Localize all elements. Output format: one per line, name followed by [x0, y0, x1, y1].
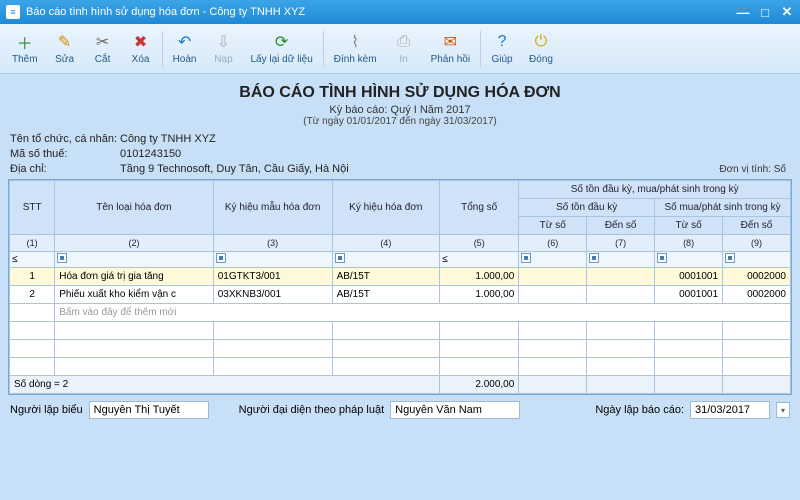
preparer-label: Người lập biểu [10, 404, 83, 416]
col-ps-tu[interactable]: Từ số [655, 217, 723, 235]
filter-icon [589, 253, 599, 263]
print-button[interactable]: ⎙In [385, 26, 423, 72]
refresh-button[interactable]: ⟳Lấy lại dữ liệu [242, 26, 320, 72]
col-tenloai[interactable]: Tên loại hóa đơn [55, 181, 213, 235]
close-tab-button[interactable]: ⏻Đóng [521, 26, 561, 72]
load-button[interactable]: ⇩Nạp [204, 26, 242, 72]
col-group-ps: Số mua/phát sinh trong kỳ [655, 199, 791, 217]
addr-label: Địa chỉ: [10, 163, 120, 175]
data-grid[interactable]: STT Tên loại hóa đơn Ký hiệu mẫu hóa đơn… [8, 179, 792, 395]
filter-cell[interactable] [332, 252, 440, 268]
filter-icon [725, 253, 735, 263]
footer-bar: Người lập biểu Người đại diện theo pháp … [8, 395, 792, 419]
content-area: BÁO CÁO TÌNH HÌNH SỬ DỤNG HÓA ĐƠN Kỳ báo… [0, 74, 800, 500]
table-row[interactable]: 2 Phiếu xuất kho kiểm vận c 03XKNB3/001 … [10, 286, 791, 304]
help-icon: ? [492, 32, 512, 52]
plus-icon: ＋ [15, 32, 35, 52]
addr-value: Tầng 9 Technosoft, Duy Tân, Cầu Giấy, Hà… [120, 163, 790, 175]
add-row-hint[interactable]: Bấm vào đây để thêm mới [10, 304, 791, 322]
help-button[interactable]: ?Giúp [483, 26, 521, 72]
empty-row [10, 340, 791, 358]
empty-row [10, 322, 791, 340]
preparer-input[interactable] [89, 401, 209, 419]
org-value: Công ty TNHH XYZ [120, 133, 790, 145]
filter-icon [657, 253, 667, 263]
empty-row [10, 358, 791, 376]
filter-cell[interactable]: ≤ [440, 252, 519, 268]
legal-rep-input[interactable] [390, 401, 520, 419]
add-button[interactable]: ＋Thêm [4, 26, 46, 72]
filter-cell[interactable] [655, 252, 723, 268]
paperclip-icon: ⌇ [345, 32, 365, 52]
col-ps-den[interactable]: Đến số [723, 217, 791, 235]
col-stt[interactable]: STT [10, 181, 55, 235]
report-period: Kỳ báo cáo: Quý I Năm 2017 [8, 104, 792, 116]
tax-label: Mã số thuế: [10, 148, 120, 160]
tax-value: 0101243150 [120, 148, 790, 160]
delete-button[interactable]: ✖Xóa [122, 26, 160, 72]
feedback-button[interactable]: ✉Phản hồi [423, 26, 478, 72]
refresh-icon: ⟳ [272, 32, 292, 52]
app-icon: ≡ [6, 5, 20, 19]
undo-icon: ↶ [175, 32, 195, 52]
filter-icon [216, 253, 226, 263]
filter-icon [521, 253, 531, 263]
window-title: Báo cáo tình hình sử dụng hóa đơn - Công… [26, 6, 736, 18]
toolbar: ＋Thêm ✎Sửa ✂Cắt ✖Xóa ↶Hoàn ⇩Nạp ⟳Lấy lại… [0, 24, 800, 74]
col-dk-den[interactable]: Đến số [587, 217, 655, 235]
title-bar: ≡ Báo cáo tình hình sử dụng hóa đơn - Cô… [0, 0, 800, 24]
close-button[interactable]: ✕ [780, 5, 794, 19]
pencil-icon: ✎ [55, 32, 75, 52]
maximize-button[interactable]: □ [758, 5, 772, 19]
report-range: (Từ ngày 01/01/2017 đến ngày 31/03/2017) [8, 116, 792, 127]
report-date-input[interactable] [690, 401, 770, 419]
filter-cell[interactable] [213, 252, 332, 268]
col-kymau[interactable]: Ký hiệu mẫu hóa đơn [213, 181, 332, 235]
x-icon: ✖ [131, 32, 151, 52]
minimize-button[interactable]: — [736, 5, 750, 19]
filter-cell[interactable] [723, 252, 791, 268]
filter-cell[interactable] [587, 252, 655, 268]
report-meta: Tên tổ chức, cá nhân:Công ty TNHH XYZ Mã… [8, 133, 792, 175]
summary-row: Số dòng = 2 2.000,00 [10, 376, 791, 394]
load-icon: ⇩ [213, 32, 233, 52]
edit-button[interactable]: ✎Sửa [46, 26, 84, 72]
legal-rep-label: Người đại diện theo pháp luật [239, 404, 384, 416]
col-tongso[interactable]: Tổng số [440, 181, 519, 235]
cut-button[interactable]: ✂Cắt [84, 26, 122, 72]
table-row[interactable]: 1 Hóa đơn giá trị gia tăng 01GTKT3/001 A… [10, 268, 791, 286]
scissors-icon: ✂ [93, 32, 113, 52]
filter-icon [57, 253, 67, 263]
calendar-icon[interactable]: ▾ [776, 402, 790, 418]
col-group-dk: Số tồn đầu kỳ [519, 199, 655, 217]
filter-icon [335, 253, 345, 263]
filter-cell[interactable]: ≤ [10, 252, 55, 268]
filter-cell[interactable] [55, 252, 213, 268]
report-title: BÁO CÁO TÌNH HÌNH SỬ DỤNG HÓA ĐƠN [8, 84, 792, 102]
col-kyhd[interactable]: Ký hiệu hóa đơn [332, 181, 440, 235]
power-icon: ⏻ [531, 32, 551, 52]
col-group-top: Số tồn đầu kỳ, mua/phát sinh trong kỳ [519, 181, 791, 199]
attach-button[interactable]: ⌇Đính kèm [326, 26, 385, 72]
report-date-label: Ngày lập báo cáo: [595, 404, 684, 416]
mail-icon: ✉ [440, 32, 460, 52]
printer-icon: ⎙ [394, 32, 414, 52]
undo-button[interactable]: ↶Hoàn [165, 26, 205, 72]
filter-cell[interactable] [519, 252, 587, 268]
org-label: Tên tổ chức, cá nhân: [10, 133, 120, 145]
col-dk-tu[interactable]: Từ số [519, 217, 587, 235]
